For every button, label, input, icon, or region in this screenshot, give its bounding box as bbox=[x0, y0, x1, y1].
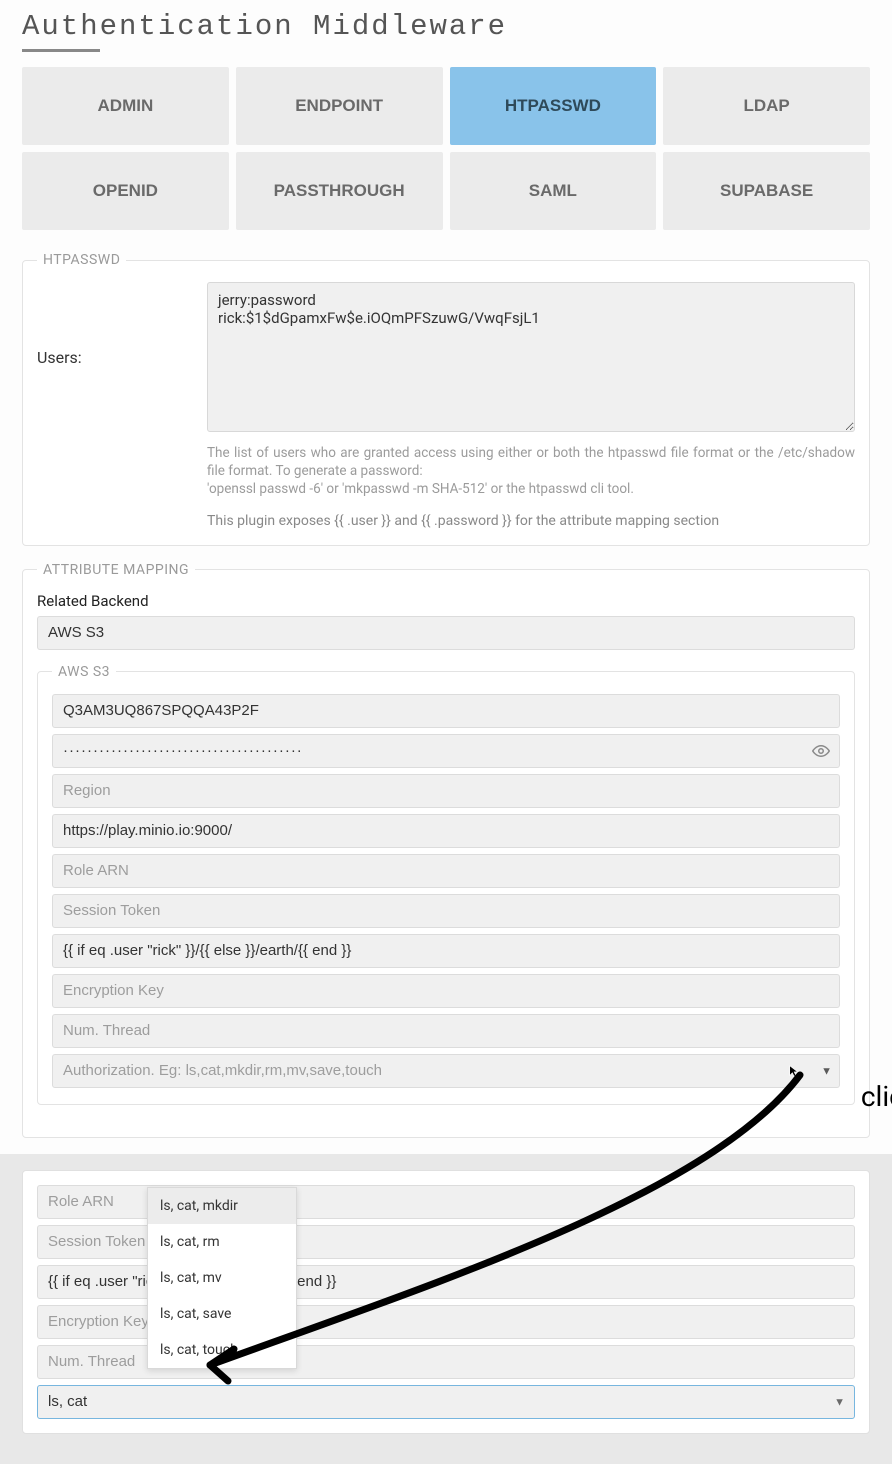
attribute-mapping-fieldset: ATTRIBUTE MAPPING Related Backend AWS S3 bbox=[22, 562, 870, 1138]
related-backend-select[interactable] bbox=[37, 616, 855, 650]
authorization-input-2[interactable] bbox=[37, 1385, 855, 1419]
click-annotation: click bbox=[861, 1080, 892, 1113]
users-textarea[interactable]: jerry:password rick:$1$dGpamxFw$e.iOQmPF… bbox=[207, 282, 855, 432]
tab-openid[interactable]: OPENID bbox=[22, 152, 229, 230]
users-label: Users: bbox=[37, 282, 187, 367]
tab-htpasswd[interactable]: HTPASSWD bbox=[450, 67, 657, 145]
eye-icon[interactable] bbox=[812, 742, 830, 760]
dropdown-option[interactable]: ls, cat, mkdir bbox=[148, 1188, 296, 1224]
authorization-input[interactable] bbox=[52, 1054, 840, 1088]
role-arn-input[interactable] bbox=[52, 854, 840, 888]
path-input[interactable] bbox=[52, 934, 840, 968]
lower-panel: ▼ ls, cat, mkdir ls, cat, rm ls, cat, mv… bbox=[0, 1154, 892, 1464]
secret-key-input[interactable] bbox=[52, 734, 840, 768]
tab-endpoint[interactable]: ENDPOINT bbox=[236, 67, 443, 145]
tab-saml[interactable]: SAML bbox=[450, 152, 657, 230]
page-title: Authentication Middleware bbox=[22, 10, 870, 43]
htpasswd-fieldset: HTPASSWD Users: jerry:password rick:$1$d… bbox=[22, 252, 870, 546]
dropdown-option[interactable]: ls, cat, touch bbox=[148, 1332, 296, 1368]
tab-passthrough[interactable]: PASSTHROUGH bbox=[236, 152, 443, 230]
region-input[interactable] bbox=[52, 774, 840, 808]
access-key-input[interactable] bbox=[52, 694, 840, 728]
htpasswd-legend: HTPASSWD bbox=[37, 252, 126, 268]
dropdown-option[interactable]: ls, cat, rm bbox=[148, 1224, 296, 1260]
num-thread-input[interactable] bbox=[52, 1014, 840, 1048]
attribute-mapping-legend: ATTRIBUTE MAPPING bbox=[37, 562, 195, 578]
tab-admin[interactable]: ADMIN bbox=[22, 67, 229, 145]
related-backend-label: Related Backend bbox=[37, 592, 855, 610]
authorization-dropdown: ls, cat, mkdir ls, cat, rm ls, cat, mv l… bbox=[147, 1187, 297, 1369]
tab-grid: ADMIN ENDPOINT HTPASSWD LDAP OPENID PASS… bbox=[22, 67, 870, 230]
endpoint-input[interactable] bbox=[52, 814, 840, 848]
dropdown-option[interactable]: ls, cat, save bbox=[148, 1296, 296, 1332]
dropdown-option[interactable]: ls, cat, mv bbox=[148, 1260, 296, 1296]
users-help: The list of users who are granted access… bbox=[207, 444, 855, 499]
aws-s3-legend: AWS S3 bbox=[52, 664, 116, 680]
session-token-input[interactable] bbox=[52, 894, 840, 928]
plugin-exposes-help: This plugin exposes {{ .user }} and {{ .… bbox=[207, 513, 855, 529]
encryption-key-input[interactable] bbox=[52, 974, 840, 1008]
tab-ldap[interactable]: LDAP bbox=[663, 67, 870, 145]
tab-supabase[interactable]: SUPABASE bbox=[663, 152, 870, 230]
aws-s3-fieldset: AWS S3 ▼ bbox=[37, 664, 855, 1105]
